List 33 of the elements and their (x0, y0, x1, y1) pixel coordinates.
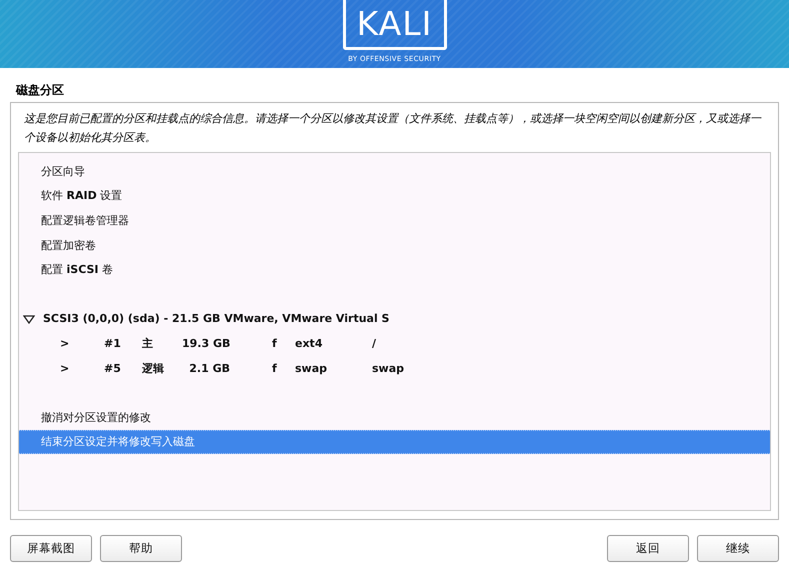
partition-cell-text: ext4 (295, 336, 324, 350)
partition-cell-text: f (271, 362, 278, 375)
partition-cell-text: swap (295, 362, 328, 375)
menu-item[interactable]: 软件 RAID 设置 (19, 184, 770, 208)
menu-item[interactable]: 撤消对分区设置的修改 (19, 404, 770, 430)
partition-row[interactable]: > #5 逻辑 2.1 GB f swap swap (19, 356, 770, 380)
description-text: 这是您目前已配置的分区和挂载点的综合信息。请选择一个分区以修改其设置（文件系统、挂载点等），或选择一块空闲空间以创建新分区，又或选择一个设备以初始化其分区表。 (23, 111, 762, 146)
footer-button[interactable]: 继续 (697, 535, 779, 562)
disk-row[interactable]: SCSI3 (0,0,0) (sda) - 21.5 GB VMware, VMware Virtual S (19, 306, 770, 332)
menu-item[interactable]: 分区向导 (19, 159, 770, 184)
partition-cell-text: > (60, 336, 70, 350)
footer-button[interactable]: 帮助 (100, 535, 182, 562)
partition-cell-text: > (60, 362, 70, 375)
partition-cell-text: #5 (104, 362, 122, 375)
partition-row[interactable]: > #1 主 19.3 GB f ext4 / (19, 331, 770, 356)
menu-item[interactable]: 配置逻辑卷管理器 (19, 208, 770, 233)
partition-cell-text: 主 (142, 336, 154, 351)
menu-item[interactable]: 结束分区设定并将修改写入磁盘 (19, 430, 770, 454)
partition-cell-text: #1 (104, 336, 122, 350)
partition-cell-text: / (372, 336, 378, 350)
expanded-triangle-icon[interactable] (23, 314, 35, 324)
partition-cell-text: swap (372, 362, 406, 375)
menu-item[interactable]: 配置加密卷 (19, 232, 770, 258)
partition-cell-text: 2.1 GB (188, 362, 230, 375)
partition-cell: 19.3 GB (182, 336, 230, 350)
partition-cell-text: f (271, 336, 278, 350)
disk-label: SCSI3 (0,0,0) (sda) - 21.5 GB VMware, VMware Virtual S (42, 312, 390, 326)
footer-button[interactable]: 返回 (607, 535, 689, 562)
menu-item[interactable]: 配置 iSCSI 卷 (19, 257, 770, 282)
footer-button[interactable]: 屏幕截图 (10, 535, 92, 562)
logo: KALI (342, 0, 446, 50)
partition-cell-text: 逻辑 (142, 360, 165, 376)
page-title: 磁盘分区 (14, 82, 65, 99)
